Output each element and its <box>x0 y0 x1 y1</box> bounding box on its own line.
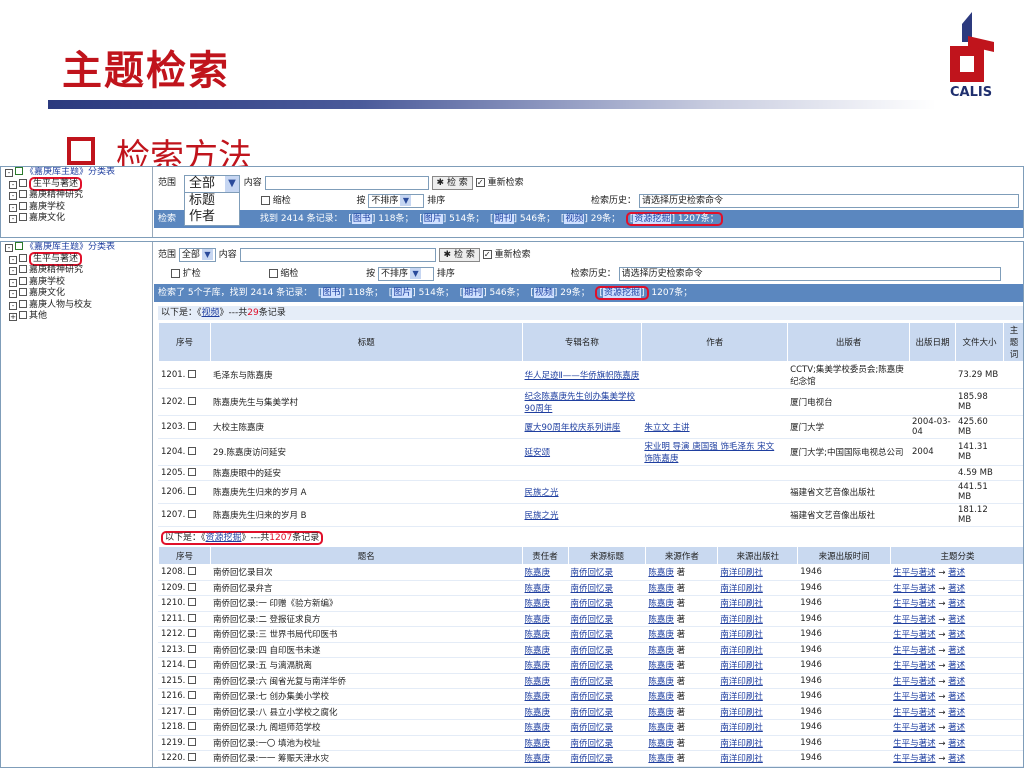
row-checkbox[interactable] <box>188 422 197 430</box>
row-checkbox[interactable] <box>188 447 197 455</box>
row-checkbox[interactable] <box>188 753 197 762</box>
slide-title: 主题检索 <box>62 47 230 94</box>
row-checkbox[interactable] <box>188 691 197 700</box>
category-tree: - 《嘉庚库主题》分类表 - 生平与著述 - 嘉庚精神研究 - 嘉庚学校 - 嘉庚文化 <box>1 167 153 237</box>
title-underline <box>48 100 936 109</box>
row-checkbox[interactable] <box>188 629 197 638</box>
table-row: 1216. 南侨回忆录:七 创办集美小学校 陈嘉庚 南侨回忆录 陈嘉庚 著南洋印刷社 19… <box>158 688 1023 705</box>
mining-section-heading: 以下是：《资源挖掘》---共1207条记录 <box>158 531 1023 545</box>
table-row: 1209. 南侨回忆录弁言 陈嘉庚 南侨回忆录 陈嘉庚 著南洋印刷社 1946 生平与著述 … <box>158 579 1023 596</box>
summary-bar: 检索 找到 2414 条记录： [图书] 118条； [图片] 514条； [期刊… <box>154 210 1023 228</box>
row-checkbox[interactable] <box>188 613 197 622</box>
screenshot-main: - 《嘉庚库主题》分类表 - 生平与著述 - 嘉庚精神研究 - 嘉庚学校 - 嘉庚文化 -… <box>0 241 1024 768</box>
row-checkbox[interactable] <box>188 510 197 518</box>
search-input-2[interactable] <box>239 247 436 262</box>
dropdown-option-author[interactable]: 作者 <box>185 209 239 225</box>
summary-bar-2: 检索了 5个子库，找到 2414 条记录： [图书] 118条； [图片] 51… <box>154 284 1023 302</box>
table-row: 1211. 南侨回忆录:二 登报征求良方 陈嘉庚 南侨回忆录 陈嘉庚 著南洋印刷社 194… <box>158 610 1023 627</box>
table-row: 1213. 南侨回忆录:四 自印医书未遂 陈嘉庚 南侨回忆录 陈嘉庚 著南洋印刷社 194… <box>158 641 1023 658</box>
tree2-item-5[interactable]: - 嘉庚人物与校友 <box>1 299 152 312</box>
table-row: 1201. 毛泽东与陈嘉庚 华人足迹Ⅱ——华侨旗帜陈嘉庚 CCTV;集美学校委员会;陈… <box>158 361 1023 389</box>
table-row: 1206. 陈嘉庚先生归来的岁月 A 民族之光 福建省文艺音像出版社 441.51 MB <box>158 480 1023 504</box>
row-checkbox[interactable] <box>188 567 197 576</box>
tree2-item-4[interactable]: - 嘉庚文化 <box>1 288 152 300</box>
table-row: 1220. 南侨回忆录:一一 筹赈天津水灾 陈嘉庚 南侨回忆录 陈嘉庚 著南洋印刷社 19… <box>158 750 1023 767</box>
row-checkbox[interactable] <box>188 722 197 731</box>
table-row: 1204. 29.陈嘉庚访问延安 延安颂 宋业明 导演 唐国强 饰毛泽东 宋文 饰陈嘉… <box>158 438 1023 466</box>
screenshot-top: - 《嘉庚库主题》分类表 - 生平与著述 - 嘉庚精神研究 - 嘉庚学校 - 嘉庚文化 范… <box>0 166 1024 238</box>
table-row: 1215. 南侨回忆录:六 闽省光复与南洋华侨 陈嘉庚 南侨回忆录 陈嘉庚 著南洋印刷社… <box>158 672 1023 689</box>
row-checkbox[interactable] <box>188 582 197 591</box>
table-row: 1217. 南侨回忆录:八 县立小学校之腐化 陈嘉庚 南侨回忆录 陈嘉庚 著南洋印刷社 1… <box>158 703 1023 720</box>
video-section-heading: 以下是：《视频》---共29条记录 <box>158 306 1023 320</box>
row-checkbox[interactable] <box>188 644 197 653</box>
row-checkbox[interactable] <box>188 370 197 378</box>
row-checkbox[interactable] <box>188 598 197 607</box>
tree-item-1[interactable]: - 生平与著述 <box>1 176 152 191</box>
bullet-square <box>67 137 95 165</box>
row-checkbox[interactable] <box>188 487 197 495</box>
table-row: 1208. 南侨回忆录目次 陈嘉庚 南侨回忆录 陈嘉庚 著南洋印刷社 1946 生平与著述 … <box>158 564 1023 581</box>
row-checkbox[interactable] <box>188 660 197 669</box>
search-input[interactable] <box>264 175 429 190</box>
table-row: 1210. 南侨回忆录:一 印赠《验方新编》 陈嘉庚 南侨回忆录 陈嘉庚 著南洋印刷社 1… <box>158 595 1023 612</box>
tree2-item-3[interactable]: - 嘉庚学校 <box>1 276 152 289</box>
video-results-table: 序号 标题 专辑名称 作者 出版者 出版日期 文件大小 主题词 1201. 毛泽东与陈嘉庚 华人足… <box>158 322 1023 527</box>
table-row: 1218. 南侨回忆录:九 阁垣师范学校 陈嘉庚 南侨回忆录 陈嘉庚 著南洋印刷社 194… <box>158 719 1023 736</box>
tree-item-4[interactable]: - 嘉庚文化 <box>1 213 152 225</box>
scope-select[interactable]: 全部 ▼ <box>178 247 216 262</box>
dropdown-option-title[interactable]: 标题 <box>185 193 239 209</box>
row-checkbox[interactable] <box>188 706 197 715</box>
table-row: 1203. 大校主陈嘉庚 厦大90周年校庆系列讲座 朱立文 主讲 厦门大学 2004-03… <box>158 415 1023 439</box>
expand-checkbox[interactable] <box>170 269 180 278</box>
table-row: 1205. 陈嘉庚眼中的延安 4.59 MB <box>158 465 1023 481</box>
tree2-item-6[interactable]: + 其他 <box>1 311 152 323</box>
row-checkbox[interactable] <box>188 397 197 405</box>
tree-item-3[interactable]: - 嘉庚学校 <box>1 201 152 214</box>
narrow-checkbox[interactable] <box>260 196 270 205</box>
row-checkbox[interactable] <box>188 468 197 476</box>
tree2-item-2[interactable]: - 嘉庚精神研究 <box>1 265 152 277</box>
search-button-2[interactable]: ✱ 检 索 <box>438 247 480 262</box>
table-row: 1214. 南侨回忆录:五 与漓滆脱离 陈嘉庚 南侨回忆录 陈嘉庚 著南洋印刷社 1946… <box>158 657 1023 674</box>
mining-results-table: 序号 题名 责任者 来源标题 来源作者 来源出版社 来源出版时间 主题分类 1208. 南侨回忆… <box>158 546 1023 767</box>
logo-text: CALIS <box>950 85 993 100</box>
history-select[interactable]: 请选择历史检索命令 <box>638 193 1019 208</box>
research-checkbox[interactable]: ✓ <box>475 178 485 187</box>
table-row: 1212. 南侨回忆录:三 世界书局代印医书 陈嘉庚 南侨回忆录 陈嘉庚 著南洋印刷社 1… <box>158 626 1023 643</box>
category-tree-2: - 《嘉庚库主题》分类表 - 生平与著述 - 嘉庚精神研究 - 嘉庚学校 - 嘉庚文化 -… <box>1 242 153 767</box>
sort-select[interactable]: 不排序 ▼ <box>368 193 425 208</box>
search-button[interactable]: ✱ 检 索 <box>431 175 473 190</box>
tree-item-2[interactable]: - 嘉庚精神研究 <box>1 190 152 202</box>
table-row: 1207. 陈嘉庚先生归来的岁月 B 民族之光 福建省文艺音像出版社 181.12 MB <box>158 503 1023 527</box>
row-checkbox[interactable] <box>188 737 197 746</box>
row-checkbox[interactable] <box>188 675 197 684</box>
table-row: 1202. 陈嘉庚先生与集美学村 纪念陈嘉庚先生创办集美学校90周年 厦门电视台 185… <box>158 388 1023 416</box>
table-row: 1219. 南侨回忆录:一〇 填池为校址 陈嘉庚 南侨回忆录 陈嘉庚 著南洋印刷社 194… <box>158 734 1023 751</box>
tree2-item-1[interactable]: - 生平与著述 <box>1 251 152 266</box>
scope-dropdown[interactable]: 全部 ▼ 标题 作者 <box>184 175 240 226</box>
